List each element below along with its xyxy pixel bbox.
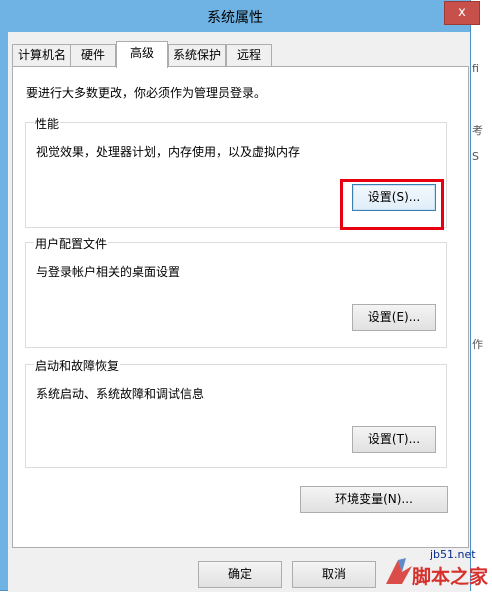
close-button[interactable]: x bbox=[444, 1, 480, 25]
system-properties-dialog: 系统属性 x 计算机名 硬件 高级 系统保护 远程 要进行大多数更改，你必须作为… bbox=[0, 0, 480, 592]
background-text-fragment: 考 bbox=[472, 124, 483, 137]
title-bar[interactable]: 系统属性 bbox=[0, 0, 470, 32]
tab-system-protection[interactable]: 系统保护 bbox=[168, 44, 226, 66]
watermark-logo-icon bbox=[386, 558, 412, 584]
close-icon: x bbox=[458, 5, 466, 20]
watermark-url: jb51.net bbox=[430, 548, 476, 561]
tab-computer-name[interactable]: 计算机名 bbox=[12, 44, 72, 66]
user-profiles-group-title: 用户配置文件 bbox=[34, 235, 109, 252]
background-text-fragment: S bbox=[472, 150, 479, 163]
dialog-client-area: 计算机名 硬件 高级 系统保护 远程 要进行大多数更改，你必须作为管理员登录。 … bbox=[8, 32, 470, 592]
startup-recovery-description: 系统启动、系统故障和调试信息 bbox=[36, 387, 205, 401]
background-window-strip: fi 考 S 作 bbox=[470, 0, 492, 590]
startup-recovery-group-title: 启动和故障恢复 bbox=[34, 357, 121, 374]
annotation-highlight-box bbox=[340, 179, 444, 230]
tab-advanced[interactable]: 高级 bbox=[116, 41, 168, 68]
window-title: 系统属性 bbox=[207, 10, 263, 26]
tab-hardware[interactable]: 硬件 bbox=[70, 44, 116, 66]
user-profiles-description: 与登录帐户相关的桌面设置 bbox=[36, 265, 181, 279]
ok-button[interactable]: 确定 bbox=[198, 561, 282, 588]
user-profiles-group: 用户配置文件 与登录帐户相关的桌面设置 设置(E)... bbox=[25, 235, 447, 348]
background-text-fragment: 作 bbox=[472, 338, 483, 351]
startup-recovery-settings-button[interactable]: 设置(T)... bbox=[352, 426, 436, 453]
cancel-button[interactable]: 取消 bbox=[292, 561, 376, 588]
performance-group-title: 性能 bbox=[34, 115, 61, 132]
user-profiles-settings-button[interactable]: 设置(E)... bbox=[352, 304, 436, 331]
performance-description: 视觉效果，处理器计划，内存使用，以及虚拟内存 bbox=[36, 145, 301, 159]
environment-variables-button[interactable]: 环境变量(N)... bbox=[300, 486, 448, 513]
site-watermark: jb51.net 脚本之家 bbox=[380, 548, 492, 590]
watermark-name: 脚本之家 bbox=[412, 566, 489, 588]
background-text-fragment: fi bbox=[472, 62, 479, 75]
tab-remote[interactable]: 远程 bbox=[226, 44, 272, 66]
startup-recovery-group: 启动和故障恢复 系统启动、系统故障和调试信息 设置(T)... bbox=[25, 357, 447, 468]
admin-notice: 要进行大多数更改，你必须作为管理员登录。 bbox=[26, 86, 267, 100]
